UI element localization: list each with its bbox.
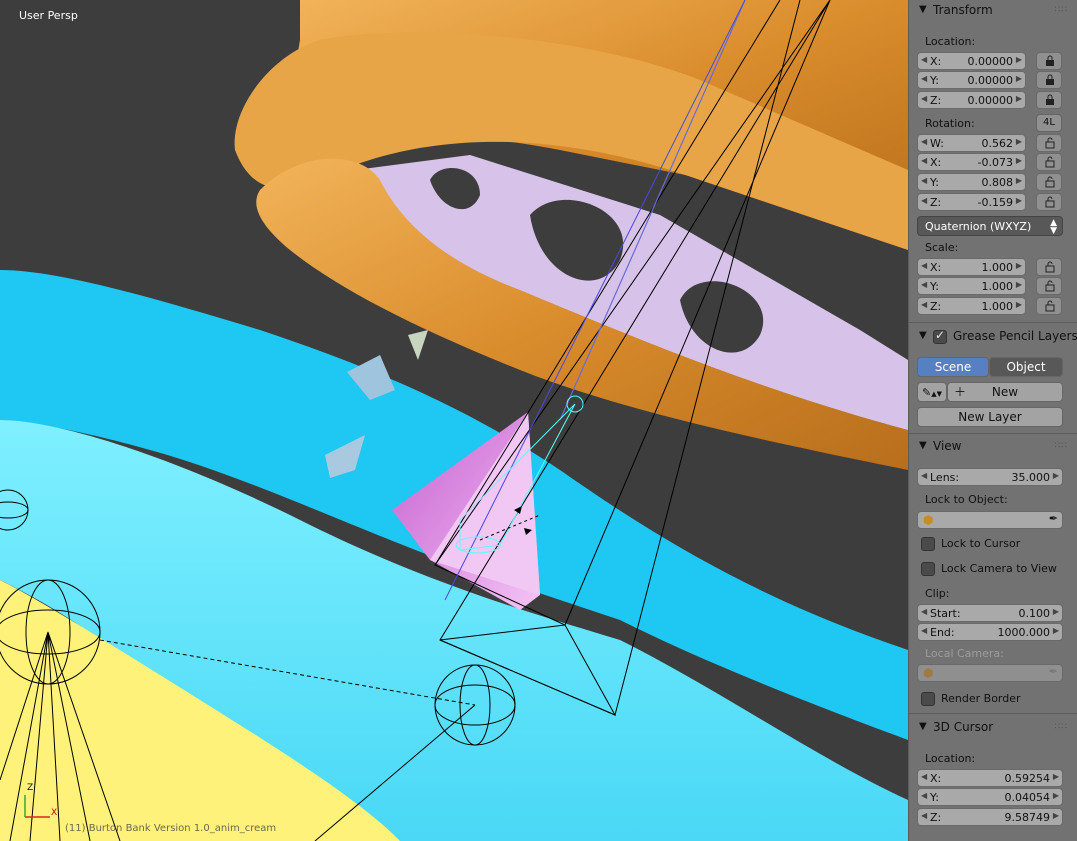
drag-handle-icon[interactable]: ∷∷: [1055, 722, 1068, 732]
cursor-z-field[interactable]: ◀ Z: 9.58749 ▶: [917, 808, 1063, 826]
lock-location-y-button[interactable]: [1036, 71, 1062, 89]
collapse-triangle-icon[interactable]: ▼: [919, 330, 927, 341]
eyedropper-icon[interactable]: ✒: [1049, 512, 1058, 525]
lock-rotation-x-button[interactable]: [1036, 153, 1062, 171]
axis-z-label: Z: [27, 783, 34, 793]
lock-to-object-field[interactable]: ⬢ ✒: [917, 511, 1063, 529]
lock-icon: [1046, 94, 1054, 105]
cursor-title: 3D Cursor: [933, 720, 994, 734]
lock-icon: [1046, 74, 1054, 85]
divider: [909, 713, 1077, 714]
unlock-icon: [1045, 280, 1055, 292]
cube-icon: ⬢: [923, 513, 934, 527]
rotation-w-field[interactable]: ◀ W: 0.562 ▶: [917, 134, 1026, 152]
clip-label: Clip:: [925, 587, 950, 600]
unlock-icon: [1045, 156, 1055, 168]
status-object-info: (11) Burton Bank Version 1.0_anim_cream: [65, 823, 277, 834]
scale-label: Scale:: [925, 241, 959, 254]
collapse-triangle-icon[interactable]: ▼: [919, 721, 927, 732]
rotation-z-field[interactable]: ◀ Z: -0.159 ▶: [917, 193, 1026, 211]
clip-end-field[interactable]: ◀ End: 1000.000 ▶: [917, 623, 1063, 641]
scale-x-field[interactable]: ◀ X: 1.000 ▶: [917, 258, 1026, 276]
transform-panel-header[interactable]: ▼ Transform ∷∷: [909, 0, 1077, 22]
lock-camera-to-view-checkbox[interactable]: [921, 562, 935, 576]
unlock-icon: [1045, 176, 1055, 188]
lock-scale-y-button[interactable]: [1036, 277, 1062, 295]
axis-x-label: X: [51, 808, 58, 818]
scale-y-field[interactable]: ◀ Y: 1.000 ▶: [917, 277, 1026, 295]
lock-camera-to-view-label: Lock Camera to View: [941, 562, 1057, 575]
lock-to-object-label: Lock to Object:: [925, 493, 1008, 506]
cursor-y-field[interactable]: ◀ Y: 0.04054 ▶: [917, 788, 1063, 806]
clip-start-field[interactable]: ◀ Start: 0.100 ▶: [917, 604, 1063, 622]
3d-viewport[interactable]: User Persp Z X (11) Burton Bank Version …: [0, 0, 908, 841]
lock-rotation-w-button[interactable]: [1036, 134, 1062, 152]
viewport-scene: [0, 0, 908, 841]
rotation-label: Rotation:: [925, 117, 975, 130]
lock-icon: [1046, 55, 1054, 66]
drag-handle-icon[interactable]: ∷∷: [1055, 441, 1068, 451]
crystal-3: [408, 330, 428, 360]
unlock-icon: [1045, 300, 1055, 312]
scale-z-field[interactable]: ◀ Z: 1.000 ▶: [917, 297, 1026, 315]
lock-rotation-y-button[interactable]: [1036, 173, 1062, 191]
view-mode-label: User Persp: [19, 9, 78, 22]
drag-handle-icon[interactable]: ∷∷: [1055, 5, 1068, 15]
updown-chevron-icon: ▲ ▼: [1050, 218, 1057, 236]
new-grease-pencil-button[interactable]: ＋ New: [947, 382, 1063, 402]
pencil-datablock-button[interactable]: ✎▲▼: [917, 382, 947, 402]
properties-sidebar[interactable]: ▼ Transform ∷∷ Location: ◀ X: 0.00000 ▶ ◀ Y:…: [908, 0, 1077, 841]
rotation-mode-value: Quaternion (WXYZ): [925, 220, 1032, 233]
location-x-field[interactable]: ◀ X: 0.00000 ▶: [917, 52, 1026, 70]
location-z-field[interactable]: ◀ Z: 0.00000 ▶: [917, 91, 1026, 109]
pencil-icon: ✎: [922, 386, 932, 399]
render-border-checkbox[interactable]: [921, 692, 935, 706]
lock-4l-button[interactable]: 4L: [1036, 114, 1062, 132]
local-camera-field: ⬢ ✒: [917, 664, 1063, 682]
grease-pencil-enable-checkbox[interactable]: [933, 328, 947, 344]
divider: [909, 322, 1077, 323]
lock-to-cursor-label: Lock to Cursor: [941, 537, 1021, 550]
unlock-icon: [1045, 261, 1055, 273]
new-layer-button[interactable]: New Layer: [917, 407, 1063, 427]
rotation-mode-dropdown[interactable]: Quaternion (WXYZ) ▲ ▼: [917, 216, 1063, 236]
grease-pencil-panel-header[interactable]: ▼ Grease Pencil Layers: [909, 326, 1077, 348]
tab-object[interactable]: Object: [989, 357, 1063, 377]
unlock-icon: [1045, 196, 1055, 208]
unlock-icon: [1045, 137, 1055, 149]
lock-scale-z-button[interactable]: [1036, 297, 1062, 315]
cursor-panel-header[interactable]: ▼ 3D Cursor ∷∷: [909, 717, 1077, 739]
grease-pencil-title: Grease Pencil Layers: [953, 329, 1077, 343]
eyedropper-icon: ✒: [1048, 665, 1058, 678]
cursor-location-label: Location:: [925, 752, 976, 765]
local-camera-label: Local Camera:: [925, 647, 1004, 660]
camera-icon: ⬢: [923, 666, 934, 680]
tab-scene[interactable]: Scene: [917, 357, 989, 377]
view-title: View: [933, 439, 962, 453]
divider: [909, 433, 1077, 434]
location-y-field[interactable]: ◀ Y: 0.00000 ▶: [917, 71, 1026, 89]
rotation-y-field[interactable]: ◀ Y: 0.808 ▶: [917, 173, 1026, 191]
lens-field[interactable]: ◀ Lens: 35.000 ▶: [917, 468, 1063, 486]
render-border-label: Render Border: [941, 692, 1021, 705]
rotation-x-field[interactable]: ◀ X: -0.073 ▶: [917, 153, 1026, 171]
cursor-x-field[interactable]: ◀ X: 0.59254 ▶: [917, 769, 1063, 787]
plus-icon: ＋: [954, 385, 967, 399]
lock-to-cursor-checkbox[interactable]: [921, 537, 935, 551]
view-panel-header[interactable]: ▼ View ∷∷: [909, 436, 1077, 458]
collapse-triangle-icon[interactable]: ▼: [919, 440, 927, 451]
lock-scale-x-button[interactable]: [1036, 258, 1062, 276]
transform-title: Transform: [933, 3, 993, 17]
location-label: Location:: [925, 35, 976, 48]
collapse-triangle-icon[interactable]: ▼: [919, 4, 927, 15]
lock-location-x-button[interactable]: [1036, 52, 1062, 70]
lock-rotation-z-button[interactable]: [1036, 193, 1062, 211]
lock-location-z-button[interactable]: [1036, 91, 1062, 109]
